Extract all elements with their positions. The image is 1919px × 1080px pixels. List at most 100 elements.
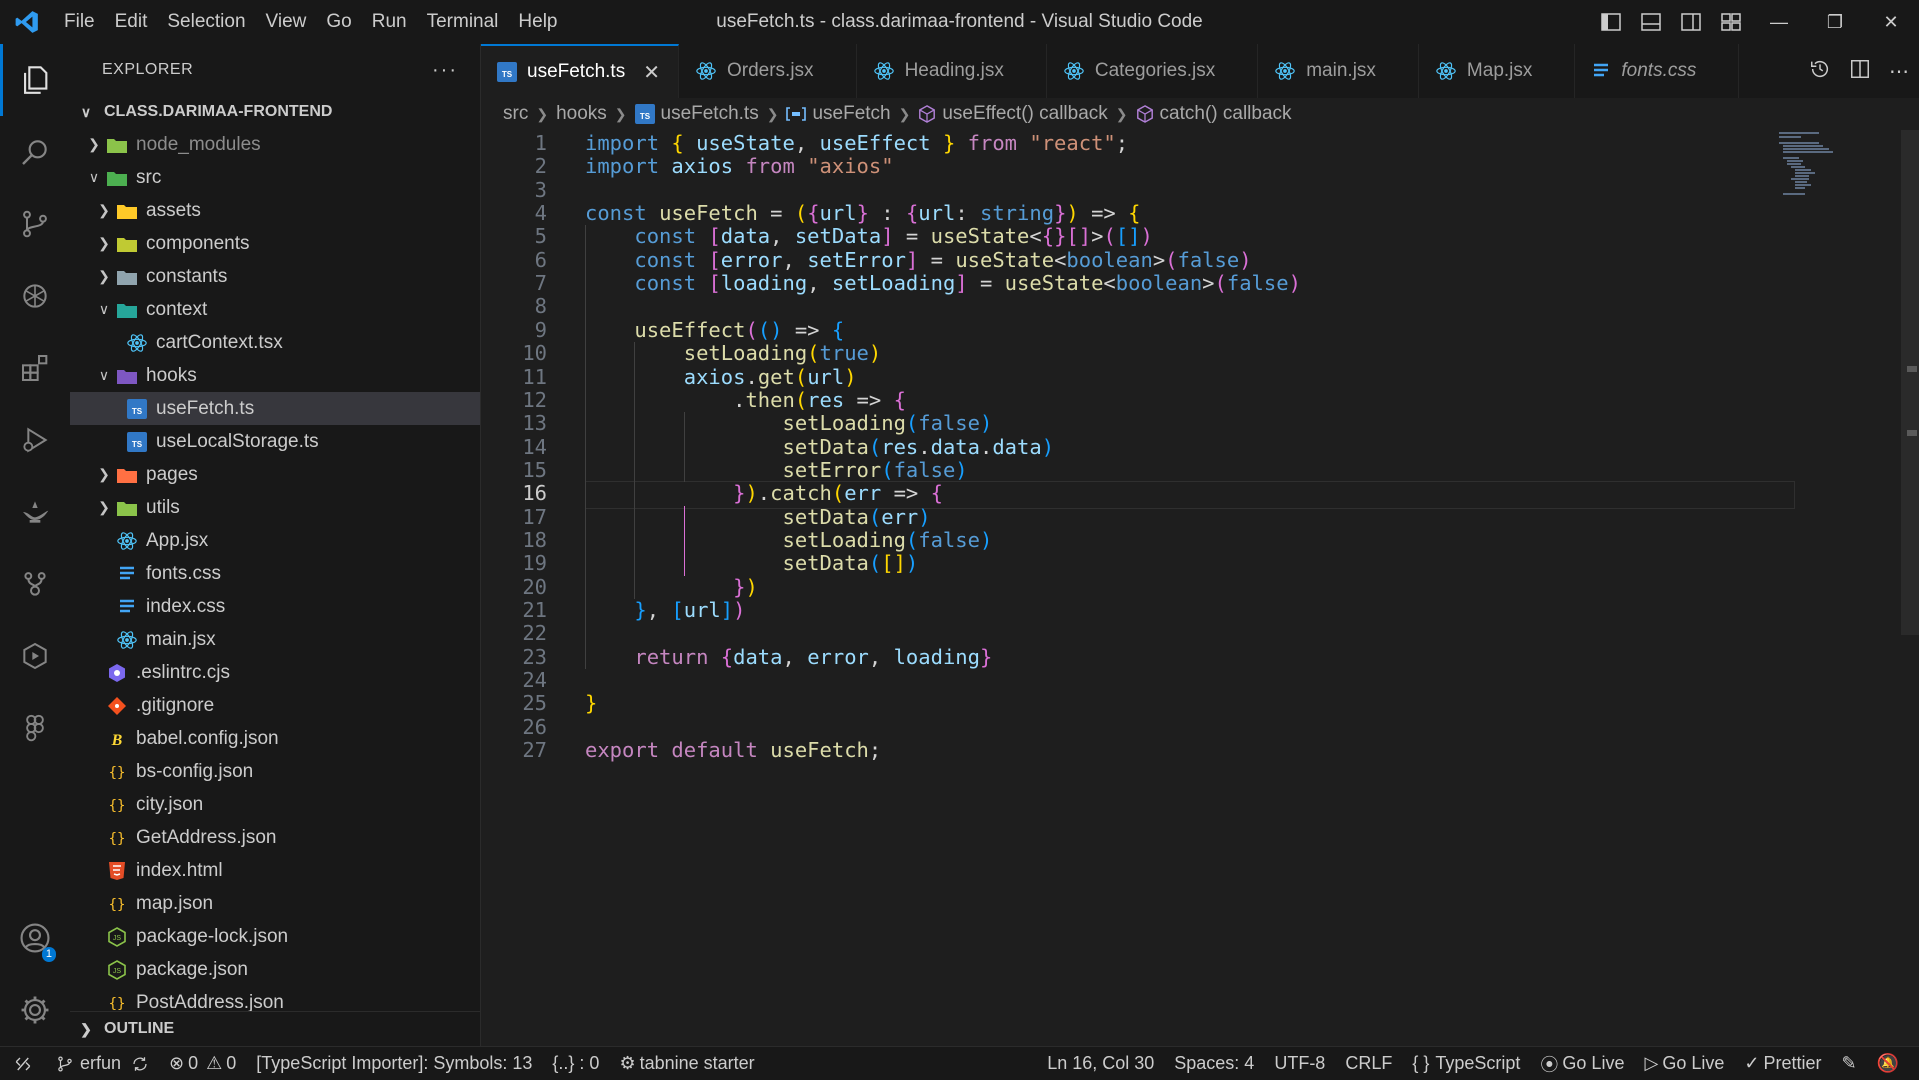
file-row[interactable]: fonts.css [70,557,480,590]
customize-layout-icon[interactable] [1711,0,1751,44]
code-line[interactable]: 19 setData([]) [481,551,1791,575]
figma-icon[interactable] [0,692,70,764]
file-row[interactable]: Bbabel.config.json [70,722,480,755]
file-row[interactable]: index.html [70,854,480,887]
breadcrumb-item[interactable]: src [503,103,528,125]
tab-orders-jsx[interactable]: Orders.jsx [679,44,857,98]
file-row[interactable]: {} GetAddress.json [70,821,480,854]
tab-heading-jsx[interactable]: Heading.jsx [857,44,1047,98]
code-line[interactable]: 24 [481,668,1791,692]
accounts-icon[interactable]: 1 [0,902,70,974]
tabnine-status[interactable]: ⚙ tabnine starter [609,1047,764,1080]
manage-gear-icon[interactable] [0,974,70,1046]
ts-importer-status[interactable]: [TypeScript Importer]: Symbols: 13 [246,1047,542,1080]
folder-row[interactable]: ❯ constants [70,260,480,293]
timeline-history-icon[interactable] [1809,58,1831,85]
code-line[interactable]: 22 [481,621,1791,645]
code-line[interactable]: 6 const [error, setError] = useState<boo… [481,248,1791,272]
scrollbar-thumb[interactable] [1901,130,1919,635]
extensions-icon[interactable] [0,332,70,404]
toggle-panel-icon[interactable] [1631,0,1671,44]
braces-status[interactable]: {..} : 0 [542,1047,609,1080]
cursor-position[interactable]: Ln 16, Col 30 [1037,1047,1164,1080]
explorer-more-icon[interactable]: ··· [432,59,458,82]
menu-item-help[interactable]: Help [508,0,567,44]
file-row[interactable]: App.jsx [70,524,480,557]
tab-fonts-css[interactable]: fonts.css [1575,44,1740,98]
folder-row[interactable]: ∨ hooks [70,359,480,392]
code-line[interactable]: 17 setData(err) [481,505,1791,529]
code-line[interactable]: 15 setError(false) [481,458,1791,482]
tab-usefetch-ts[interactable]: TS useFetch.ts ✕ [481,44,679,98]
minimap[interactable] [1779,130,1869,200]
live-share-icon[interactable] [0,620,70,692]
close-tab-icon[interactable]: ✕ [643,60,660,85]
menu-item-run[interactable]: Run [362,0,417,44]
code-line[interactable]: 4 const useFetch = ({url} : {url: string}… [481,201,1791,225]
folder-row[interactable]: ❯ utils [70,491,480,524]
code-line[interactable]: 21 }, [url]) [481,598,1791,622]
folder-row[interactable]: ❯ pages [70,458,480,491]
search-icon[interactable] [0,116,70,188]
code-line[interactable]: 14 setData(res.data.data) [481,435,1791,459]
code-line[interactable]: 11 axios.get(url) [481,365,1791,389]
branch-indicator[interactable]: erfun [46,1047,159,1080]
file-row[interactable]: TS useLocalStorage.ts [70,425,480,458]
file-row[interactable]: .eslintrc.cjs [70,656,480,689]
project-root[interactable]: ∨ CLASS.DARIMAA-FRONTEND [70,96,480,128]
menu-item-selection[interactable]: Selection [157,0,255,44]
file-row[interactable]: {} bs-config.json [70,755,480,788]
toggle-primary-sidebar-icon[interactable] [1591,0,1631,44]
file-row[interactable]: JS package.json [70,953,480,986]
encoding[interactable]: UTF-8 [1264,1047,1335,1080]
remote-indicator[interactable] [0,1047,46,1080]
more-actions-icon[interactable]: ⋯ [1889,59,1909,84]
menu-item-edit[interactable]: Edit [105,0,158,44]
file-row[interactable]: .gitignore [70,689,480,722]
close-window-button[interactable]: ✕ [1863,0,1919,44]
breadcrumb-item[interactable]: useEffect() callback [918,103,1108,125]
code-line[interactable]: 8 [481,295,1791,319]
minimize-button[interactable]: — [1751,0,1807,44]
code-line[interactable]: 23 return {data, error, loading} [481,645,1791,669]
folder-row[interactable]: ❯ node_modules [70,128,480,161]
notifications-icon[interactable]: 🔕 [1867,1047,1919,1080]
breadcrumb-item[interactable]: catch() callback [1136,103,1292,125]
file-row[interactable]: JS package-lock.json [70,920,480,953]
code-line[interactable]: 25} [481,692,1791,716]
explorer-icon[interactable] [0,44,70,116]
folder-row[interactable]: ∨ src [70,161,480,194]
code-line[interactable]: 9 useEffect(() => { [481,318,1791,342]
source-control-icon[interactable] [0,188,70,260]
code-line[interactable]: 18 setLoading(false) [481,528,1791,552]
code-line[interactable]: 26 [481,715,1791,739]
editor-scrollbar[interactable] [1901,130,1919,1046]
breadcrumb-item[interactable]: TS useFetch.ts [634,103,759,125]
file-row[interactable]: main.jsx [70,623,480,656]
language-mode[interactable]: { } TypeScript [1402,1047,1530,1080]
code-line[interactable]: 13 setLoading(false) [481,411,1791,435]
tab-main-jsx[interactable]: main.jsx [1258,44,1419,98]
code-line[interactable]: 1 import { useState, useEffect } from "re… [481,131,1791,155]
git-graph-icon[interactable] [0,548,70,620]
indentation[interactable]: Spaces: 4 [1164,1047,1264,1080]
toggle-secondary-sidebar-icon[interactable] [1671,0,1711,44]
openai-icon[interactable] [0,260,70,332]
menu-item-view[interactable]: View [256,0,317,44]
run-debug-icon[interactable] [0,404,70,476]
prettier-status[interactable]: ✓ Prettier [1734,1047,1831,1080]
code-line[interactable]: 16 }).catch(err => { [481,481,1795,510]
tab-map-jsx[interactable]: Map.jsx [1419,44,1576,98]
code-line[interactable]: 27 export default useFetch; [481,738,1791,762]
go-live-1[interactable]: ⦿ Go Live [1530,1047,1634,1080]
code-line[interactable]: 3 [481,178,1791,202]
feedback-icon[interactable]: ✎ [1831,1047,1866,1080]
file-row[interactable]: TS useFetch.ts [70,392,480,425]
code-line[interactable]: 7 const [loading, setLoading] = useState… [481,271,1791,295]
code-line[interactable]: 5 const [data, setData] = useState<{}[]>… [481,225,1791,249]
folder-row[interactable]: ❯ assets [70,194,480,227]
code-line[interactable]: 2 import axios from "axios" [481,154,1791,178]
code-line[interactable]: 12 .then(res => { [481,388,1791,412]
split-editor-icon[interactable] [1849,58,1871,85]
folder-row[interactable]: ❯ components [70,227,480,260]
